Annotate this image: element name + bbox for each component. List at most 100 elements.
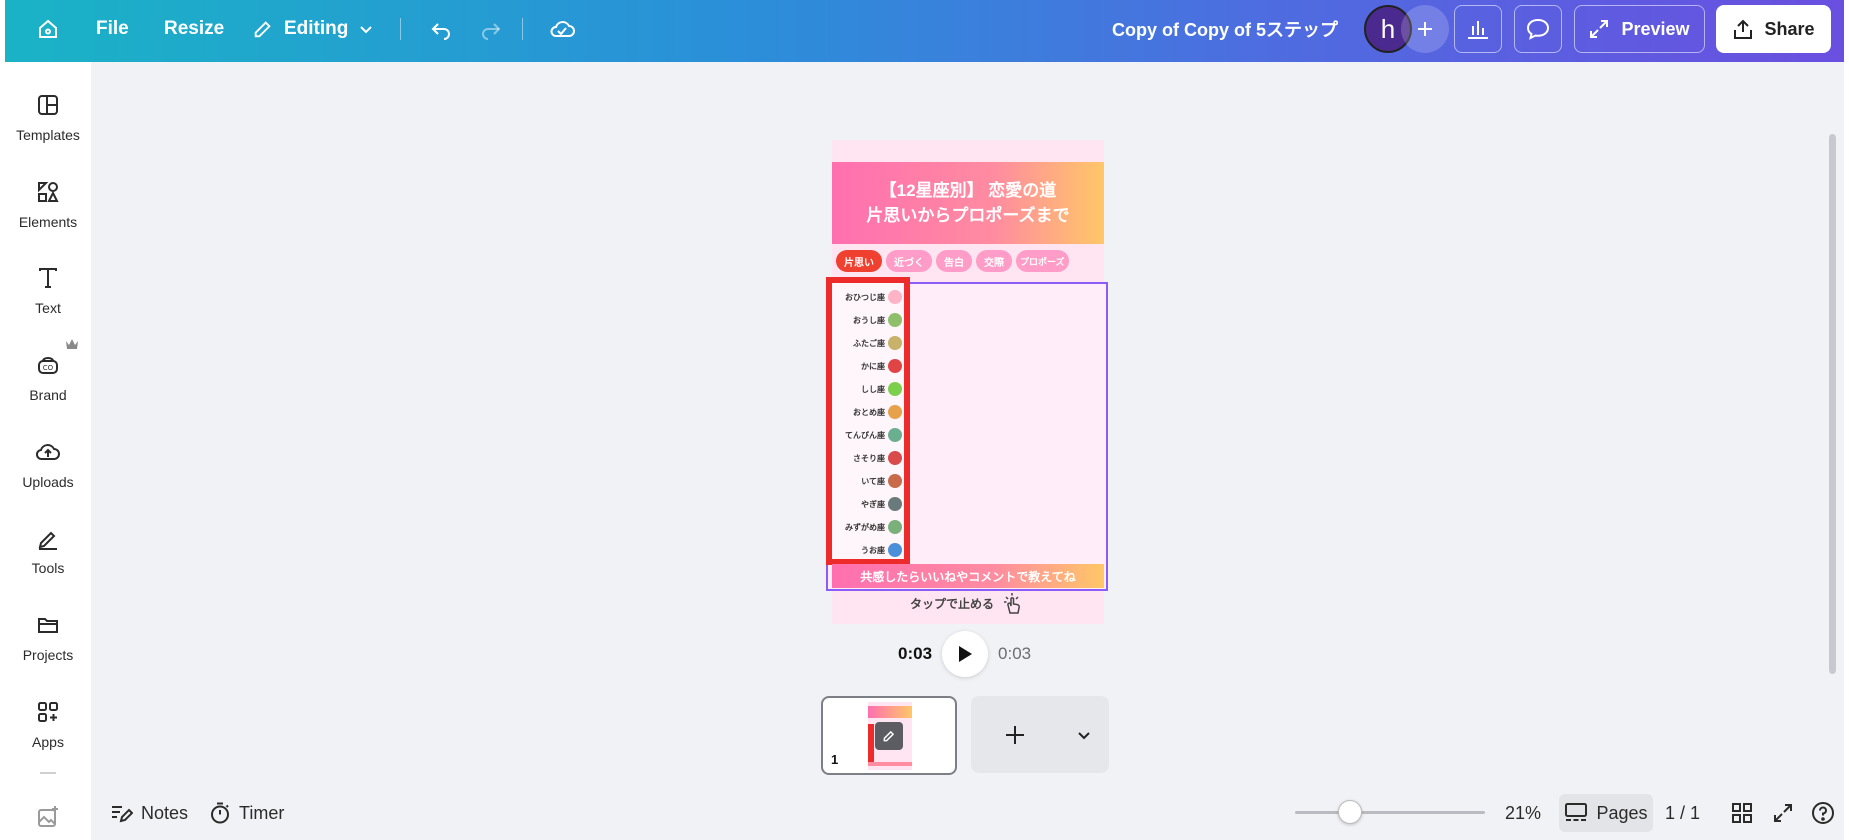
zodiac-row: ふたご座 [853,333,902,353]
file-menu[interactable]: File [96,0,129,58]
share-button[interactable]: Share [1716,5,1831,53]
page-thumbnail[interactable]: 1 [821,696,957,775]
add-collaborator-button[interactable] [1401,5,1449,53]
sidebar-item-uploads[interactable]: Uploads [5,426,91,504]
share-label: Share [1764,18,1815,39]
bottom-banner-text: 共感したらいいねやコメントで教えてね [860,569,1076,584]
sidebar-item-tools[interactable]: Tools [5,512,91,590]
sidebar-item-text[interactable]: Text [5,252,91,330]
editing-mode-label: Editing [284,18,349,39]
bottom-toolbar: Notes Timer 21% Pages 1 / 1 [91,790,1844,836]
undo-icon [431,23,450,40]
editing-mode-dropdown[interactable]: Editing [252,0,374,58]
step-chip[interactable]: 片思い [836,250,882,272]
sidebar-item-label: Templates [16,127,80,143]
magic-media-button[interactable] [5,802,91,832]
file-menu-label: File [96,18,129,39]
document-title[interactable]: Copy of Copy of 5ステップ [1112,0,1338,58]
elements-icon [38,182,59,202]
help-icon [1812,802,1834,824]
brand-icon: CO [38,357,58,374]
zoom-slider-track[interactable] [1295,811,1485,814]
pencil-icon [883,730,895,742]
notes-label: Notes [141,802,189,823]
zodiac-row: おひつじ座 [845,287,902,307]
grid-view-button[interactable] [1731,790,1753,836]
zodiac-badge-icon [888,520,902,534]
apps-icon [38,702,58,722]
add-page-options-button[interactable] [1059,696,1109,773]
add-page-control [971,696,1109,773]
zodiac-list-highlight[interactable]: おひつじ座 おうし座 ふたご座 かに座 しし座 おとめ座 てんびん座 さそり座 … [826,277,910,565]
image-sparkle-icon [38,806,58,827]
sidebar-item-elements[interactable]: Elements [5,166,91,244]
step-chip[interactable]: 交際 [976,250,1012,272]
grid-view-icon [1732,803,1752,823]
design-title-banner[interactable]: 【12星座別】 恋愛の道 片思いからプロポーズまで [832,162,1104,244]
comments-button[interactable] [1514,5,1562,53]
zodiac-row: みずがめ座 [845,517,902,537]
zoom-percentage[interactable]: 21% [1505,790,1541,836]
zodiac-name: てんびん座 [845,430,885,440]
sidebar-item-templates[interactable]: Templates [5,79,91,157]
zodiac-badge-icon [888,474,902,488]
fullscreen-icon [1774,804,1792,822]
plus-icon [1006,725,1024,744]
vertical-scrollbar[interactable] [1829,134,1836,674]
playback-controls: 0:03 0:03 [898,631,1032,677]
edit-page-button[interactable] [875,722,903,750]
zoom-slider-handle[interactable] [1338,800,1362,824]
timer-button[interactable]: Timer [209,790,284,836]
sidebar-item-label: Uploads [22,474,74,490]
save-status-button[interactable] [545,0,579,58]
pages-label: Pages [1596,802,1648,823]
sidebar-item-label: Text [35,300,61,316]
pages-button[interactable]: Pages [1559,794,1653,832]
chevron-down-icon [360,26,373,34]
zodiac-row: うお座 [861,540,902,560]
redo-icon [482,23,501,40]
toolbar-divider [400,18,401,40]
zodiac-name: いて座 [861,476,885,486]
total-duration: 0:03 [998,644,1032,663]
sidebar-item-projects[interactable]: Projects [5,599,91,677]
design-bottom-banner[interactable]: 共感したらいいねやコメントで教えてね [832,564,1104,588]
play-button[interactable] [942,631,989,677]
home-icon [39,19,57,38]
design-title-line2: 片思いからプロポーズまで [866,206,1070,225]
tap-hand-icon [1004,593,1020,614]
zodiac-badge-icon [888,382,902,396]
step-chip[interactable]: 告白 [936,250,972,272]
play-icon [959,646,973,662]
uploads-icon [35,444,60,460]
document-title-text: Copy of Copy of 5ステップ [1112,20,1338,40]
pencil-icon [254,21,271,38]
zodiac-row: さそり座 [853,448,902,468]
step-chip[interactable]: プロポーズ [1016,250,1069,272]
timer-label: Timer [239,802,285,823]
zodiac-name: おとめ座 [853,407,885,417]
sidebar-item-brand[interactable]: CO Brand [5,339,91,417]
undo-button[interactable] [424,0,458,58]
redo-button[interactable] [474,0,508,58]
preview-button[interactable]: Preview [1574,5,1705,53]
sidebar-item-label: Apps [32,734,64,750]
step-chip[interactable]: 近づく [886,250,932,272]
zodiac-row: てんびん座 [845,425,902,445]
chevron-down-icon [1078,731,1090,739]
add-page-button[interactable] [971,696,1059,773]
tap-to-stop-label[interactable]: タップで止める [832,592,1104,614]
sidebar-item-apps[interactable]: Apps [5,686,91,764]
design-page[interactable]: 【12星座別】 恋愛の道 片思いからプロポーズまで 片思い 近づく 告白 交際 … [826,140,1108,624]
zodiac-row: かに座 [861,356,902,376]
fullscreen-button[interactable] [1772,790,1794,836]
notes-button[interactable]: Notes [109,790,188,836]
tap-text: タップで止める [909,596,994,611]
current-time: 0:03 [898,644,933,663]
plus-icon [1418,22,1432,36]
home-button[interactable] [30,0,66,58]
help-button[interactable] [1811,790,1835,836]
insights-button[interactable] [1454,5,1502,53]
cloud-check-icon [550,21,575,37]
resize-menu[interactable]: Resize [164,0,224,58]
